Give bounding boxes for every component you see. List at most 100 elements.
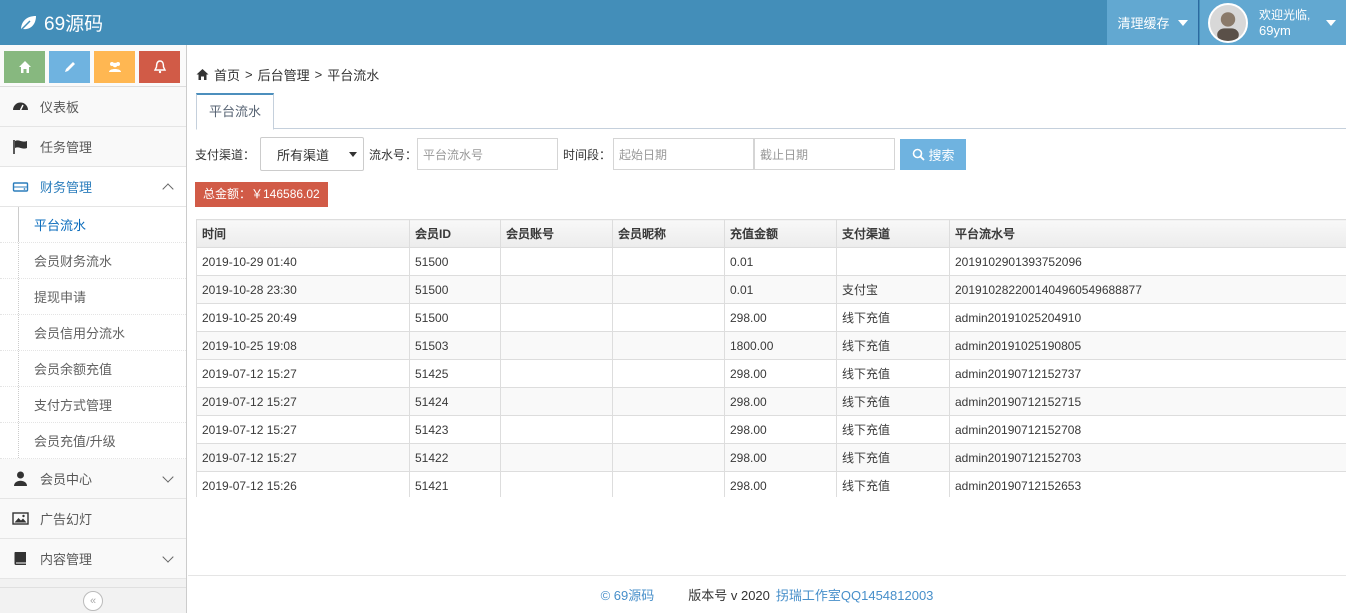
table-cell — [500, 247, 613, 276]
table-cell: admin20191025190805 — [949, 331, 1346, 360]
table-cell — [500, 275, 613, 304]
table-cell: 2019102822001404960549688877 — [949, 275, 1346, 304]
table-cell: admin20190712152715 — [949, 387, 1346, 416]
sidebar-subitem-label: 会员充值/升级 — [34, 434, 116, 449]
breadcrumb-current: 平台流水 — [327, 68, 380, 83]
table-cell: 2019-07-12 15:27 — [196, 443, 410, 472]
total-amount-badge: 总金额：￥146586.02 — [195, 182, 328, 207]
sidebar-subitem-label: 平台流水 — [34, 218, 87, 233]
sidebar-subitem-member-finance-flow[interactable]: 会员财务流水 — [0, 243, 186, 279]
end-date-placeholder: 截止日期 — [760, 147, 809, 162]
table-cell: 1800.00 — [724, 331, 837, 360]
sidebar-subitem-withdraw-requests[interactable]: 提现申请 — [0, 279, 186, 315]
clear-cache-button[interactable]: 清理缓存 — [1107, 0, 1199, 45]
table-cell — [500, 303, 613, 332]
drive-icon — [10, 177, 30, 197]
table-cell: 51500 — [409, 303, 501, 332]
table-cell — [612, 247, 725, 276]
search-icon — [912, 148, 925, 161]
notification-shortcut-button[interactable] — [139, 51, 180, 83]
table-row: 2019-07-12 15:27 51424 298.00 线下充值 admin2019… — [196, 387, 1346, 416]
search-button[interactable]: 搜索 — [900, 138, 967, 170]
column-header: 时间 — [196, 219, 410, 248]
table-cell: 298.00 — [724, 359, 837, 388]
breadcrumb-admin-link[interactable]: 后台管理 — [258, 65, 310, 84]
table-cell: 支付宝 — [836, 275, 950, 304]
table-cell — [612, 415, 725, 444]
footer-copyright: © 69源码 — [600, 588, 655, 603]
tab-platform-flow[interactable]: 平台流水 — [196, 93, 275, 130]
table-cell — [612, 359, 725, 388]
sidebar-item-tasks[interactable]: 任务管理 — [0, 127, 186, 167]
users-shortcut-button[interactable] — [94, 51, 135, 83]
start-date-input[interactable]: 起始日期 — [613, 138, 755, 170]
table-cell — [612, 303, 725, 332]
collapse-sidebar-icon[interactable]: « — [83, 590, 103, 611]
period-label: 时间段： — [563, 147, 612, 162]
table-cell: 线下充值 — [836, 471, 950, 497]
sidebar-item-finance[interactable]: 财务管理 — [0, 167, 186, 207]
column-header: 充值金额 — [724, 219, 837, 248]
table-cell: 线下充值 — [836, 303, 950, 332]
book-icon — [10, 549, 30, 569]
table-cell: 2019-10-29 01:40 — [196, 247, 410, 276]
table-cell: 298.00 — [724, 303, 837, 332]
table-header-row: 时间 会员ID 会员账号 会员昵称 充值金额 支付渠道 平台流水号 — [196, 219, 1346, 248]
brand-name: 69源码 — [44, 14, 104, 35]
home-shortcut-button[interactable] — [4, 51, 45, 83]
sidebar-item-label: 仪表板 — [40, 100, 80, 115]
table-cell: 线下充值 — [836, 415, 950, 444]
sidebar-subitem-balance-recharge[interactable]: 会员余额充值 — [0, 351, 186, 387]
sidebar-subitem-label: 会员信用分流水 — [34, 326, 126, 341]
home-icon — [18, 61, 31, 73]
home-icon — [196, 69, 209, 80]
user-menu[interactable]: 欢迎光临, 69ym — [1200, 0, 1346, 45]
tab-strip: 平台流水 — [196, 93, 1346, 130]
table-row: 2019-07-12 15:26 51421 298.00 线下充值 admin2019… — [196, 471, 1346, 497]
table-cell — [836, 247, 950, 276]
sidebar-item-content[interactable]: 内容管理 — [0, 539, 186, 579]
footer-version: 版本号 v 2020 — [688, 588, 770, 603]
table-viewport: 时间 会员ID 会员账号 会员昵称 充值金额 支付渠道 平台流水号 2019-10-29 0… — [188, 219, 1346, 497]
table-cell: admin20190712152703 — [949, 443, 1346, 472]
sidebar-subitem-platform-flow[interactable]: 平台流水 — [0, 207, 186, 243]
table-cell: 298.00 — [724, 387, 837, 416]
caret-down-icon — [1326, 20, 1336, 26]
filter-bar: 支付渠道： 所有渠道 流水号： 平台流水号 时间段： 起始日期 截止日期 搜索 — [195, 137, 967, 171]
sidebar-subitem-credit-flow[interactable]: 会员信用分流水 — [0, 315, 186, 351]
start-date-placeholder: 起始日期 — [619, 147, 668, 162]
serial-input[interactable]: 平台流水号 — [417, 138, 559, 170]
table-cell: 51500 — [409, 275, 501, 304]
table-cell: 51503 — [409, 331, 501, 360]
sidebar-item-members[interactable]: 会员中心 — [0, 459, 186, 499]
table-cell: 0.01 — [724, 275, 837, 304]
table-cell: admin20190712152653 — [949, 471, 1346, 497]
caret-down-icon — [1177, 19, 1188, 26]
table-cell: 2019-07-12 15:26 — [196, 471, 410, 497]
sidebar-subitem-payment-methods[interactable]: 支付方式管理 — [0, 387, 186, 423]
channel-select[interactable]: 所有渠道 — [260, 137, 365, 171]
breadcrumb-home-link[interactable]: 首页 — [214, 65, 240, 84]
table-cell — [500, 387, 613, 416]
username: 69ym — [1259, 22, 1291, 38]
sidebar-item-label: 内容管理 — [40, 552, 93, 567]
breadcrumb-separator: > — [314, 67, 323, 82]
clear-cache-label: 清理缓存 — [1117, 16, 1170, 31]
image-icon — [10, 509, 30, 529]
table-cell: 2019-10-25 19:08 — [196, 331, 410, 360]
footer-studio-link[interactable]: 拐瑞工作室QQ1454812003 — [776, 585, 934, 604]
end-date-input[interactable]: 截止日期 — [754, 138, 896, 170]
brand-logo[interactable]: 69源码 — [18, 0, 103, 45]
column-header: 支付渠道 — [836, 219, 950, 248]
users-icon — [108, 62, 121, 72]
sidebar-item-dashboard[interactable]: 仪表板 — [0, 87, 186, 127]
breadcrumb-separator: > — [245, 67, 253, 82]
sidebar-subitem-recharge-upgrade[interactable]: 会员充值/升级 — [0, 423, 186, 459]
column-header: 会员昵称 — [612, 219, 725, 248]
chevron-down-icon — [162, 551, 174, 563]
user-icon — [10, 469, 30, 489]
sidebar-item-banners[interactable]: 广告幻灯 — [0, 499, 186, 539]
table-cell: admin20190712152708 — [949, 415, 1346, 444]
edit-shortcut-button[interactable] — [49, 51, 90, 83]
flow-table: 时间 会员ID 会员账号 会员昵称 充值金额 支付渠道 平台流水号 2019-10-29 0… — [196, 219, 1346, 497]
